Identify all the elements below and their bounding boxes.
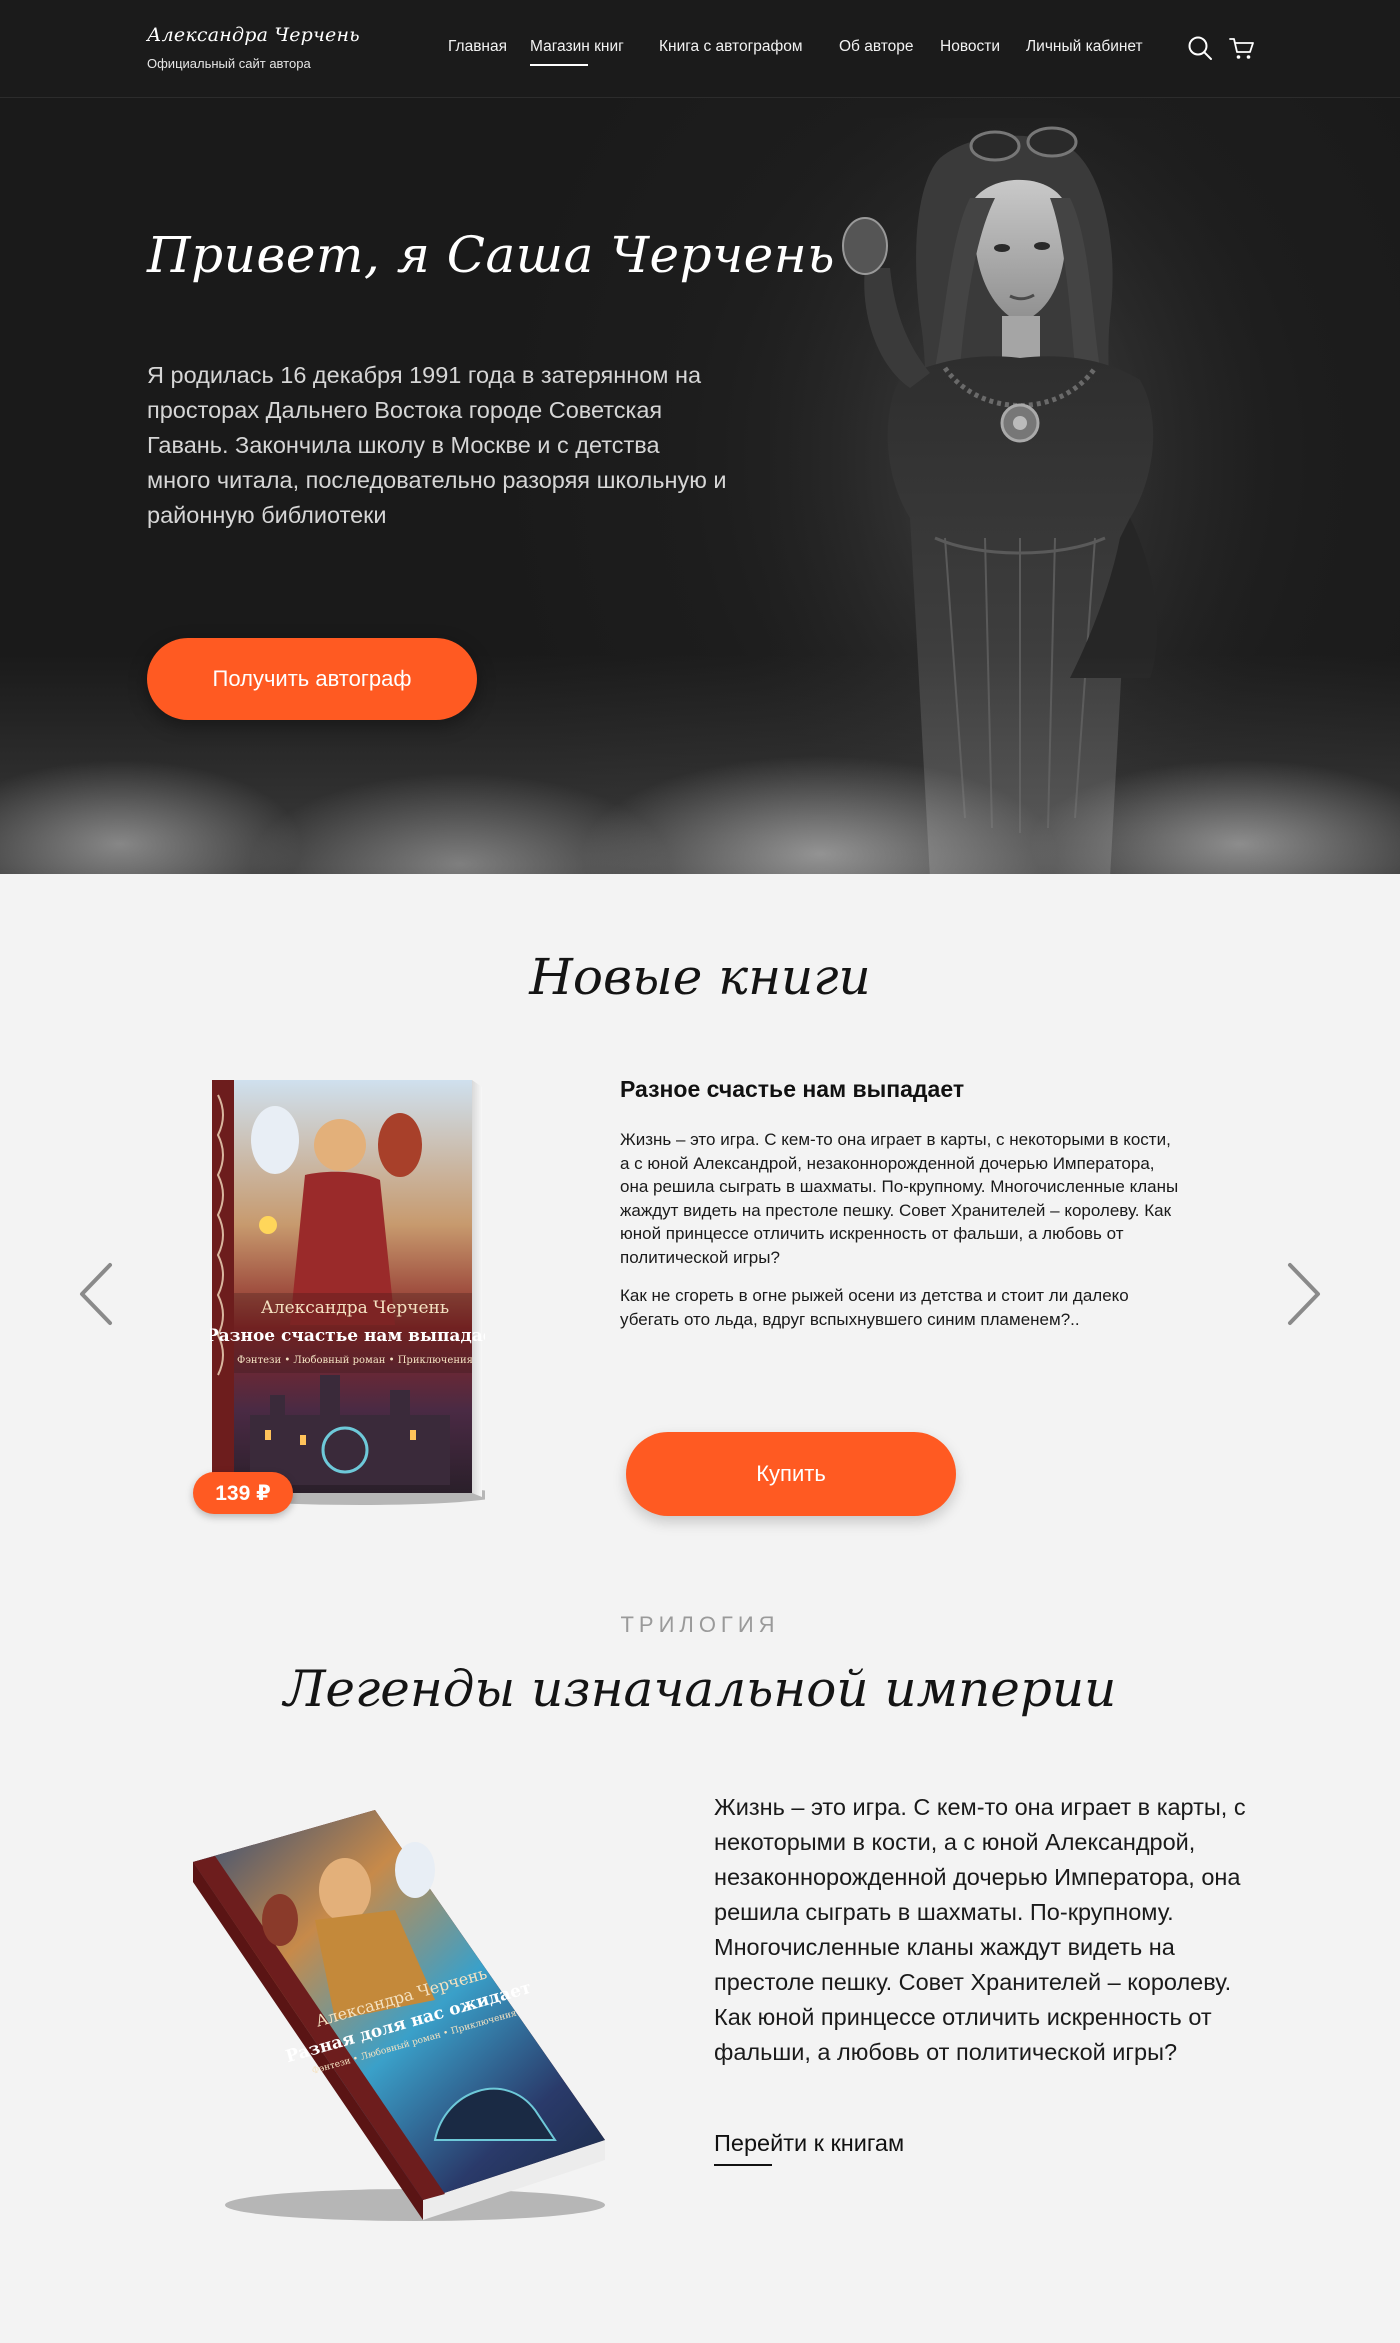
nav-item-book-shop[interactable]: Магазин книг <box>530 38 624 66</box>
book-cover-title: Разное счастье нам выпадает <box>210 1326 485 1346</box>
book-description-paragraph: Жизнь – это игра. С кем-то она играет в … <box>620 1130 1179 1267</box>
book-cover-genres: Фэнтези • Любовный роман • Приключения <box>237 1355 473 1366</box>
hero-section: Привет, я Саша Черчень Я родилась 16 дек… <box>0 98 1400 874</box>
carousel-next-arrow-icon[interactable] <box>1284 1262 1324 1326</box>
book-cover-trilogy[interactable]: Александра Черчень Разная доля нас ожида… <box>185 1810 625 2230</box>
link-underline <box>714 2164 772 2166</box>
nav-item-account[interactable]: Личный кабинет <box>1026 38 1143 56</box>
book-cover-author: Александра Черчень <box>261 1298 449 1318</box>
carousel-prev-arrow-icon[interactable] <box>76 1262 116 1326</box>
nav-item-signed-book[interactable]: Книга с автографом <box>659 38 803 56</box>
cart-icon[interactable] <box>1228 34 1256 62</box>
price-badge: 139 ₽ <box>193 1472 293 1514</box>
trilogy-kicker: ТРИЛОГИЯ <box>620 1612 780 1637</box>
buy-button[interactable]: Купить <box>626 1432 956 1516</box>
search-icon[interactable] <box>1186 34 1214 62</box>
book-description: Жизнь – это игра. С кем-то она играет в … <box>620 1128 1180 1331</box>
site-header: Александра Черчень Официальный сайт авто… <box>0 0 1400 98</box>
hero-text: Я родилась 16 декабря 1991 года в затеря… <box>147 362 727 528</box>
book-description-paragraph: Как не сгореть в огне рыжей осени из дет… <box>620 1286 1129 1329</box>
trilogy-title: Легенды изначальной империи <box>283 1660 1117 1718</box>
new-books-title: Новые книги <box>529 948 871 1006</box>
nav-item-news[interactable]: Новости <box>940 38 1000 56</box>
get-autograph-button[interactable]: Получить автограф <box>147 638 477 720</box>
book-title: Разное счастье нам выпадает <box>620 1076 965 1102</box>
nav-item-home[interactable]: Главная <box>448 38 507 56</box>
trilogy-description: Жизнь – это игра. С кем-то она играет в … <box>714 1794 1246 2065</box>
hero-title: Привет, я Саша Черчень <box>147 226 835 284</box>
book-cover-new[interactable]: Александра Черчень Разное счастье нам вы… <box>210 1075 485 1505</box>
go-to-books-link[interactable]: Перейти к книгам <box>714 2130 904 2157</box>
nav-item-about[interactable]: Об авторе <box>839 38 914 56</box>
